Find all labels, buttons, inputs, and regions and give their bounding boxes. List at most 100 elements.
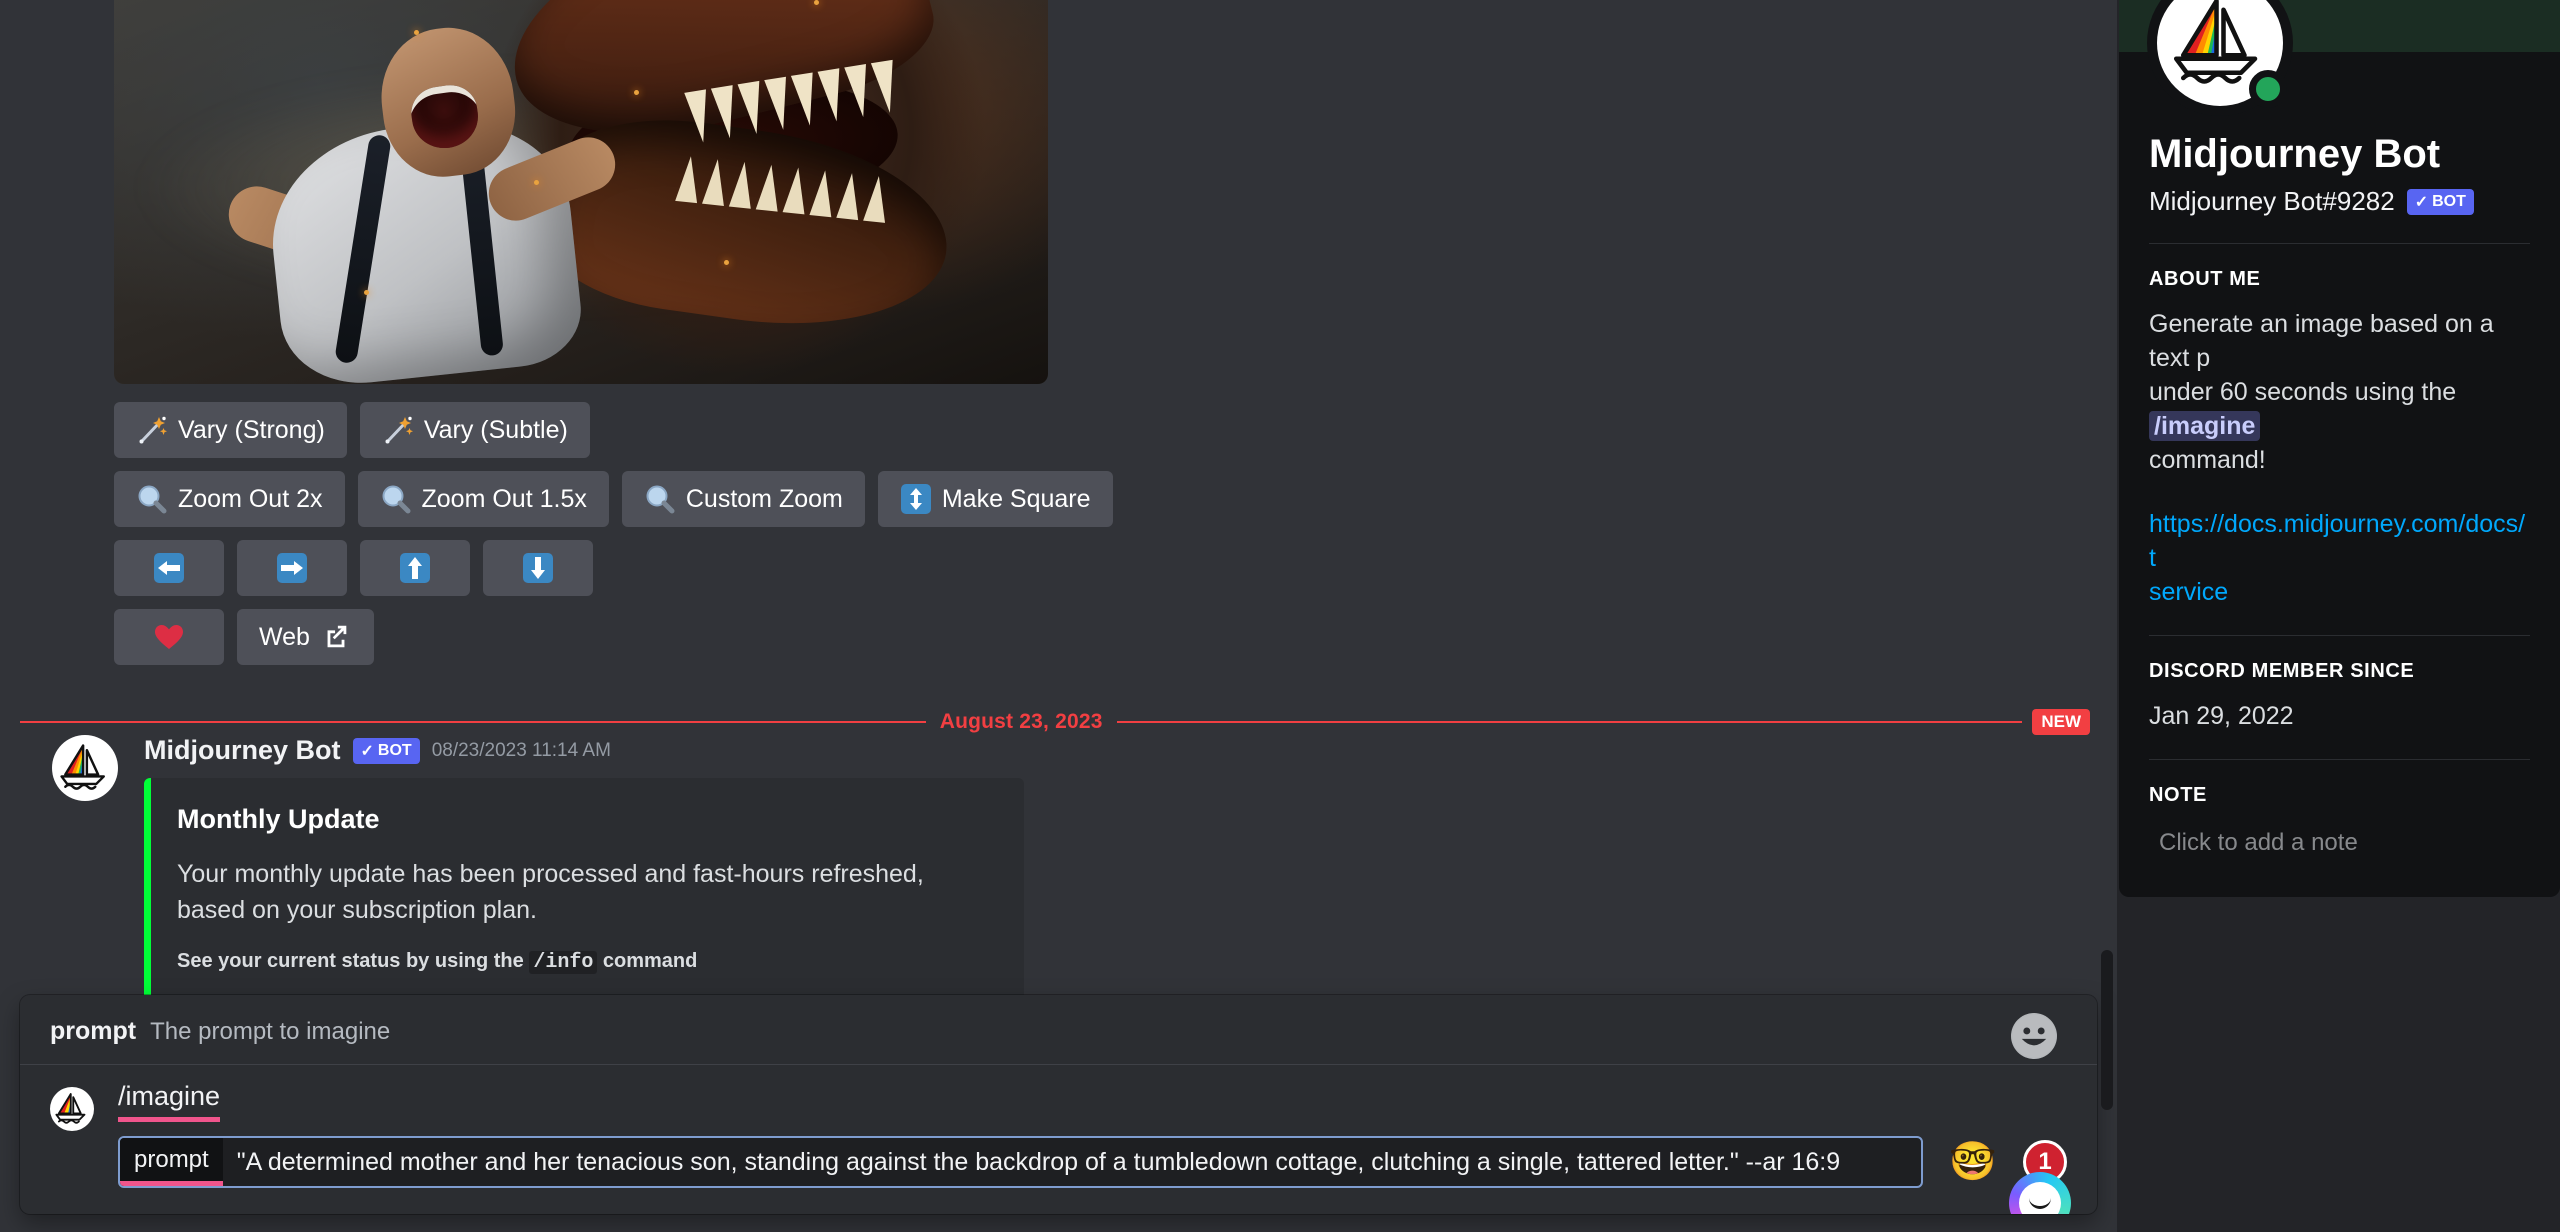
about-me-section: ABOUT ME Generate an image based on a te…	[2149, 268, 2530, 609]
command-hint-key: prompt	[50, 1017, 137, 1045]
pan-left-button[interactable]	[114, 540, 224, 596]
slash-command-popup: prompt The prompt to imagine /imagine pr…	[20, 995, 2097, 1214]
new-messages-badge: NEW	[2032, 709, 2091, 735]
vary-strong-button[interactable]: Vary (Strong)	[114, 402, 347, 458]
button-row-zoom: Zoom Out 2x Zoom Out 1.5x Custom Zoom Ma…	[114, 471, 2117, 527]
docs-link[interactable]: https://docs.midjourney.com/docs/t servi…	[2149, 507, 2530, 609]
pan-down-button[interactable]	[483, 540, 593, 596]
custom-zoom-button[interactable]: Custom Zoom	[621, 471, 865, 527]
command-prompt-value[interactable]: "A determined mother and her tenacious s…	[223, 1138, 1921, 1186]
profile-username: Midjourney Bot#9282	[2149, 186, 2395, 216]
web-label: Web	[259, 622, 310, 651]
gif-smile-icon	[2029, 1198, 2051, 1209]
member-since-section: DISCORD MEMBER SINCE Jan 29, 2022	[2149, 660, 2530, 733]
divider	[2149, 759, 2530, 760]
arrow-right-icon	[276, 552, 308, 584]
member-since-title: DISCORD MEMBER SINCE	[2149, 660, 2415, 682]
zoom-out-1-5x-button[interactable]: Zoom Out 1.5x	[357, 471, 609, 527]
divider	[2149, 243, 2530, 244]
make-square-button[interactable]: Make Square	[877, 471, 1113, 527]
discord-app-window: Vary (Strong) Vary (Subtle) Zoom Out 2x …	[0, 0, 2560, 1232]
embed-footer-suffix: command	[597, 950, 698, 972]
chat-scrollbar-thumb[interactable]	[2101, 950, 2113, 1110]
chat-message-area: Vary (Strong) Vary (Subtle) Zoom Out 2x …	[0, 0, 2117, 1232]
up-down-arrow-icon	[900, 483, 932, 515]
command-hint-bar: prompt The prompt to imagine	[20, 995, 2097, 1065]
embed-title: Monthly Update	[177, 804, 380, 834]
about-me-title: ABOUT ME	[2149, 268, 2261, 290]
emoji-picker-icon	[2012, 1014, 2056, 1058]
pan-right-button[interactable]	[237, 540, 347, 596]
imagine-command-chip[interactable]: /imagine	[2149, 411, 2261, 441]
command-hint-description: The prompt to imagine	[150, 1018, 391, 1045]
member-since-value: Jan 29, 2022	[2149, 702, 2294, 730]
command-input-wrapper[interactable]: prompt "A determined mother and her tena…	[118, 1136, 1923, 1188]
avatar	[50, 1087, 94, 1131]
about-me-line1: Generate an image based on a text p	[2149, 310, 2494, 372]
about-me-line3: command!	[2149, 446, 2266, 474]
magic-wand-icon	[136, 414, 168, 446]
embed-footer: See your current status by using the /in…	[177, 950, 996, 974]
about-me-text: Generate an image based on a text p unde…	[2149, 307, 2530, 477]
magnifier-icon	[136, 483, 168, 515]
chat-scrollbar[interactable]	[2101, 0, 2115, 1232]
vary-subtle-label: Vary (Subtle)	[423, 415, 568, 444]
profile-display-name: Midjourney Bot	[2149, 132, 2441, 176]
status-badge-online	[2249, 70, 2287, 108]
bot-tag-label: BOT	[2432, 192, 2466, 210]
avatar[interactable]	[52, 735, 118, 801]
profile-body: Midjourney Bot Midjourney Bot#9282 ✓ BOT…	[2119, 52, 2560, 897]
button-row-pan	[114, 540, 2117, 596]
arrow-up-icon	[399, 552, 431, 584]
button-row-misc: Web	[114, 609, 2117, 665]
favorite-button[interactable]	[114, 609, 224, 665]
heart-icon	[153, 621, 185, 653]
message-component-buttons: Vary (Strong) Vary (Subtle) Zoom Out 2x …	[114, 402, 2117, 665]
generated-image[interactable]	[114, 0, 1048, 384]
bot-tag: ✓ BOT	[352, 737, 420, 764]
pan-up-button[interactable]	[360, 540, 470, 596]
slash-command-name[interactable]: /imagine	[118, 1081, 221, 1122]
external-link-icon	[320, 621, 352, 653]
message-timestamp: 08/23/2023 11:14 AM	[431, 739, 611, 761]
embed-footer-code: /info	[529, 951, 598, 974]
note-section: NOTE Click to add a note	[2149, 784, 2530, 863]
command-entry: /imagine prompt "A determined mother and…	[20, 1065, 2097, 1214]
docs-link-line2: service	[2149, 578, 2229, 606]
custom-zoom-label: Custom Zoom	[685, 484, 843, 513]
magic-wand-icon	[382, 414, 414, 446]
embed-footer-prefix: See your current status by using the	[177, 950, 530, 972]
message-header: Midjourney Bot ✓ BOT 08/23/2023 11:14 AM	[144, 735, 2097, 766]
bot-tag-label: BOT	[377, 741, 412, 759]
generated-image-message: Vary (Strong) Vary (Subtle) Zoom Out 2x …	[0, 0, 2117, 678]
divider-line-left	[20, 721, 926, 723]
make-square-label: Make Square	[941, 484, 1091, 513]
emoji-picker-button[interactable]	[2011, 1013, 2057, 1059]
arrow-down-icon	[522, 552, 554, 584]
web-button[interactable]: Web	[237, 609, 374, 665]
image-scene	[114, 0, 1048, 384]
nerd-face-emoji[interactable]: 🤓	[1949, 1138, 1997, 1186]
message-author[interactable]: Midjourney Bot	[144, 735, 341, 766]
midjourney-sailboat-icon	[55, 1093, 86, 1124]
profile-card: Midjourney Bot Midjourney Bot#9282 ✓ BOT…	[2119, 0, 2560, 897]
zoom-out-1-5x-label: Zoom Out 1.5x	[421, 484, 587, 513]
bot-tag: ✓ BOT	[2406, 188, 2474, 215]
command-param-chip: prompt	[120, 1138, 223, 1186]
embed-description: Your monthly update has been processed a…	[177, 860, 924, 924]
date-divider: August 23, 2023 NEW	[20, 709, 2091, 735]
note-input[interactable]: Click to add a note	[2149, 823, 2530, 863]
member-profile-panel: Midjourney Bot Midjourney Bot#9282 ✓ BOT…	[2117, 0, 2560, 1232]
vary-subtle-button[interactable]: Vary (Subtle)	[359, 402, 590, 458]
divider	[2149, 635, 2530, 636]
zoom-out-2x-button[interactable]: Zoom Out 2x	[114, 471, 345, 527]
magnifier-icon	[644, 483, 676, 515]
divider-date-label: August 23, 2023	[939, 710, 1103, 733]
verified-check-icon: ✓	[360, 742, 374, 760]
bot-message: Midjourney Bot ✓ BOT 08/23/2023 11:14 AM…	[0, 735, 2117, 1006]
note-title: NOTE	[2149, 784, 2207, 806]
divider-line-right	[1116, 721, 2023, 723]
arrow-left-icon	[153, 552, 185, 584]
about-me-line2: under 60 seconds using the	[2149, 378, 2457, 406]
button-row-vary: Vary (Strong) Vary (Subtle)	[114, 402, 2117, 458]
